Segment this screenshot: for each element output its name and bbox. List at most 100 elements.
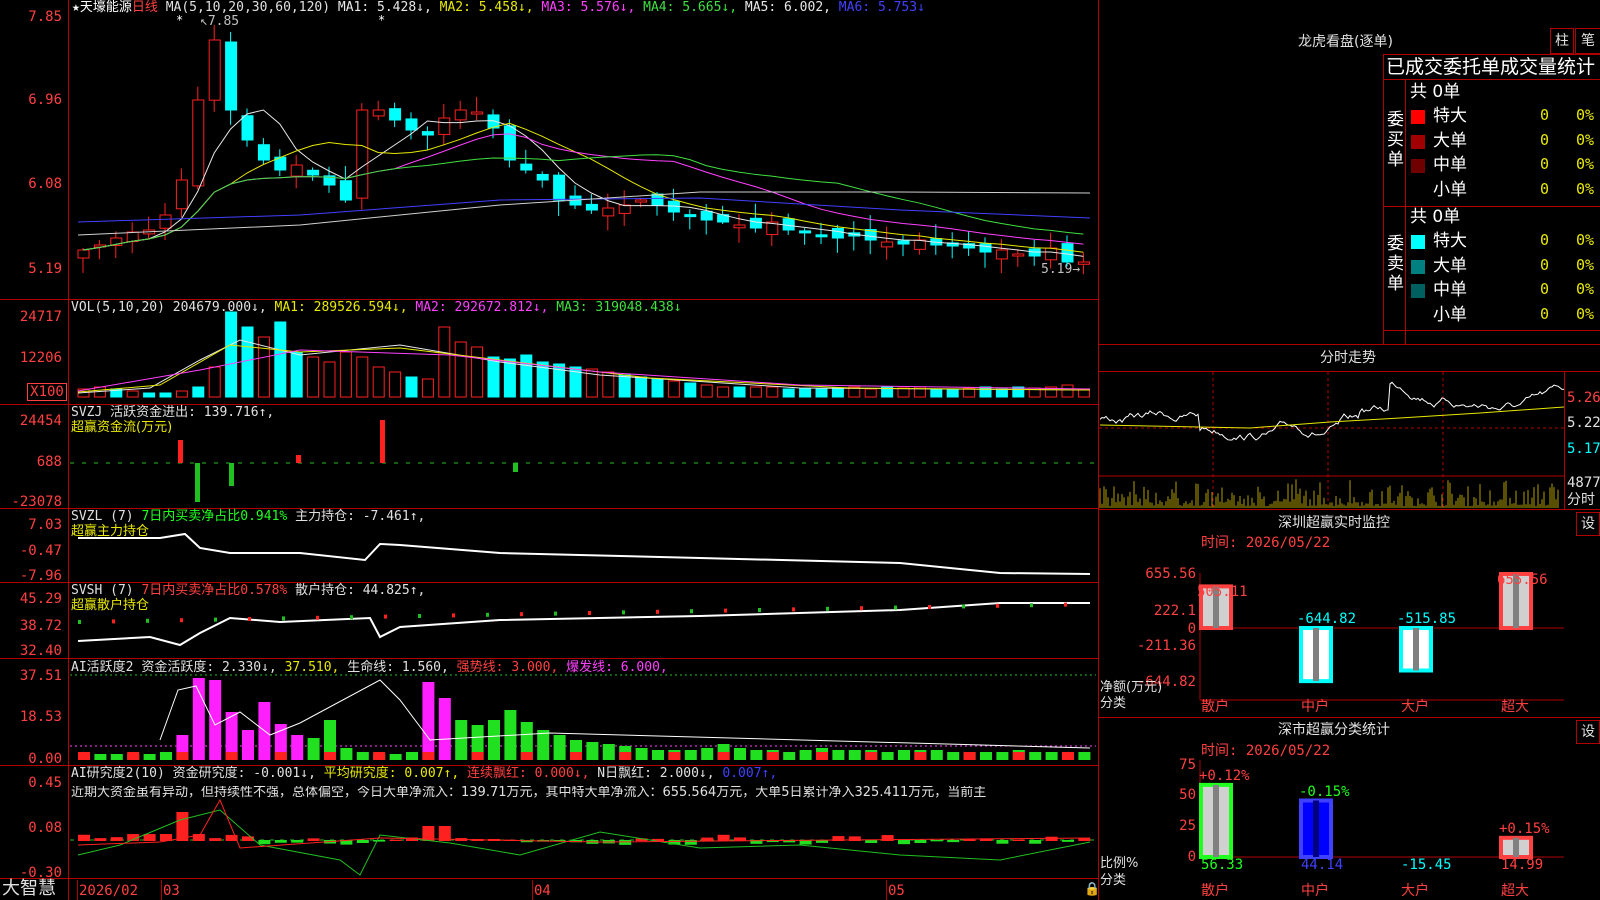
ratio-bar xyxy=(1299,798,1333,859)
volume-bar xyxy=(372,366,385,398)
volume-bar xyxy=(323,361,336,398)
research-bar xyxy=(1029,840,1042,844)
tick-mark xyxy=(384,614,387,619)
candle-body xyxy=(339,180,352,201)
candlesticks xyxy=(77,25,1090,275)
fl-settings-button[interactable]: 设 xyxy=(1576,720,1600,744)
candle-body xyxy=(126,231,139,243)
fl-y-tick: 75 xyxy=(1179,757,1196,773)
buy-group-label: 委买单 xyxy=(1387,110,1404,170)
volume-bar xyxy=(1061,384,1074,398)
research-bar xyxy=(619,840,632,845)
activity-bar xyxy=(340,748,353,760)
tick-mark xyxy=(214,617,217,622)
research-bar xyxy=(176,812,189,841)
fl-y-tick: 25 xyxy=(1179,818,1196,834)
activity-bar-base xyxy=(668,752,681,760)
flow-bar xyxy=(380,420,385,463)
color-swatch xyxy=(1411,159,1425,173)
buy-total: 共 0单 xyxy=(1410,82,1461,102)
volume-bar xyxy=(946,388,959,398)
ma-line xyxy=(77,191,1091,236)
tick-mark xyxy=(486,612,489,617)
right-panel-divider xyxy=(1098,0,1099,900)
candle-body xyxy=(733,224,746,229)
activity-bar xyxy=(832,750,845,760)
activity-bar-base xyxy=(865,752,878,760)
divider xyxy=(1564,371,1565,509)
activity-bar xyxy=(307,738,320,760)
candle-body xyxy=(979,243,992,253)
candle-body xyxy=(799,230,812,234)
research-bar xyxy=(930,840,943,842)
volume-bar xyxy=(684,382,697,398)
candle-body xyxy=(618,204,631,214)
activity-bar xyxy=(930,750,943,760)
fl-time: 时间: 2026/05/22 xyxy=(1201,743,1331,759)
candle-body xyxy=(257,144,270,161)
activity-bar xyxy=(389,754,402,760)
sz-y-tick: 655.56 xyxy=(1145,566,1196,582)
candle-body xyxy=(1045,247,1058,261)
volume-bar xyxy=(749,386,762,398)
volume-bar xyxy=(208,366,221,398)
monitor-value: 505.11 xyxy=(1197,584,1248,601)
research-line xyxy=(77,809,1091,876)
candle-body xyxy=(356,109,369,199)
tick-mark xyxy=(350,615,353,620)
divider xyxy=(1098,509,1600,510)
ma-line xyxy=(82,154,1084,251)
fl-y-tick: 0 xyxy=(1187,849,1196,865)
activity-bar xyxy=(881,752,894,760)
flow-bar xyxy=(229,463,234,486)
volume-bar xyxy=(766,386,779,398)
activity-bar-base xyxy=(324,752,336,760)
row-value: 0 xyxy=(1540,255,1550,274)
ratio-category: 中户 xyxy=(1301,883,1329,899)
candle-body xyxy=(225,41,238,111)
fs-title: 分时走势 xyxy=(1320,350,1376,366)
tick-mark xyxy=(282,616,285,621)
research-bar xyxy=(1045,836,1058,841)
activity-bar-base xyxy=(520,752,533,760)
activity-bar xyxy=(980,752,992,760)
candle-body xyxy=(405,118,418,131)
tick-view-button[interactable]: 笔 xyxy=(1575,28,1600,54)
activity-bar-base xyxy=(373,752,386,760)
activity-bar xyxy=(438,698,451,760)
ratio-change: -0.15% xyxy=(1299,783,1350,800)
row-value: 0 xyxy=(1540,106,1550,124)
divider xyxy=(1098,717,1600,718)
research-bar xyxy=(898,840,910,845)
divider xyxy=(1383,54,1384,344)
activity-bar-base xyxy=(717,752,730,760)
volume-bar xyxy=(175,390,188,398)
row-percent: 0% xyxy=(1576,106,1595,124)
candle-body xyxy=(1061,243,1074,263)
activity-bar-base xyxy=(619,752,632,760)
volume-bar xyxy=(274,321,287,398)
candle-body xyxy=(372,109,385,117)
fs-tick: 5.17 xyxy=(1567,441,1600,457)
activity-bar xyxy=(455,720,468,760)
activity-bar-base xyxy=(274,752,287,760)
tick-mark xyxy=(146,618,149,623)
volume-bar xyxy=(897,387,910,398)
volume-bar xyxy=(225,311,238,398)
volume-bar xyxy=(143,392,156,398)
volume-bar xyxy=(733,386,746,398)
tick-mark xyxy=(588,611,591,615)
candle-body xyxy=(553,174,566,201)
activity-bar xyxy=(898,750,910,760)
candle-body xyxy=(782,218,795,231)
tick-mark xyxy=(316,615,319,620)
candle-body xyxy=(749,217,762,229)
tick-mark xyxy=(996,603,999,608)
row-name: 中单 xyxy=(1433,280,1467,300)
monitor-category: 散户 xyxy=(1201,699,1229,715)
sz-settings-button[interactable]: 设 xyxy=(1576,512,1600,536)
volume-bar xyxy=(438,326,451,398)
row-name: 特大 xyxy=(1433,106,1467,126)
column-view-button[interactable]: 柱 xyxy=(1550,28,1574,54)
activity-bar-base xyxy=(766,752,779,760)
